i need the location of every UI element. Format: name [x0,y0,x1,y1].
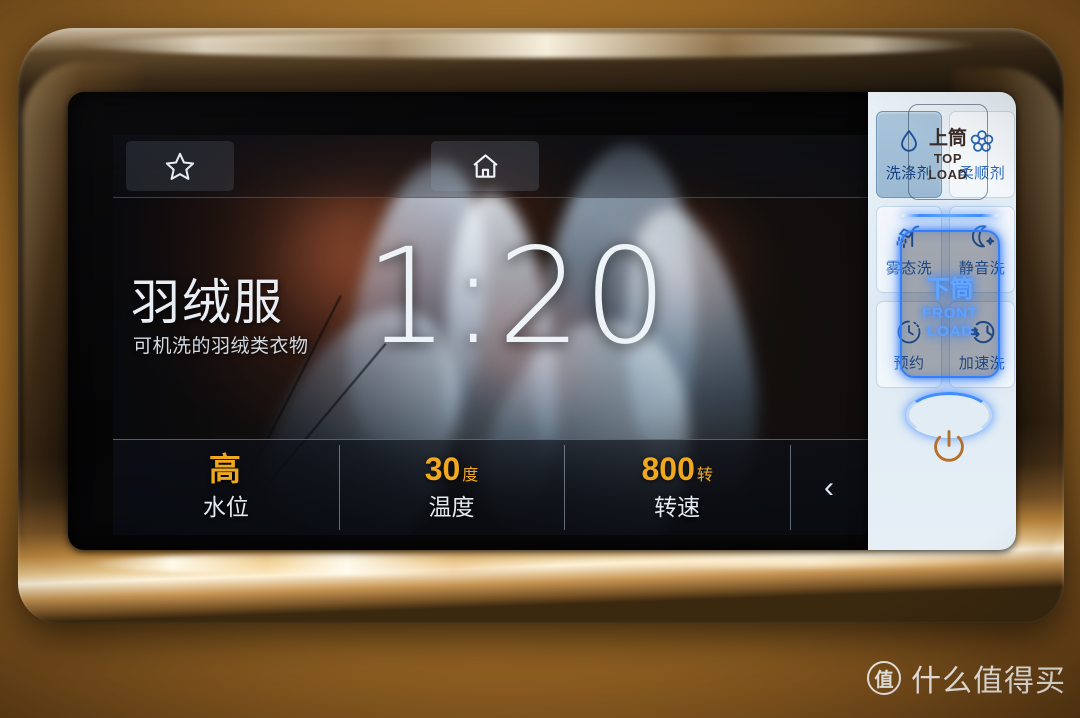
bezel-bottom-specular [88,553,558,575]
lcd-screen: 羽绒服 可机洗的羽绒类衣物 1:20 高 水位 30度 温度 800转 转速 [113,135,868,535]
setting-value: 800 [641,451,695,488]
tab-favorites[interactable] [126,141,234,191]
bezel-top-specular [78,32,978,58]
setting-unit: 度 [462,467,479,485]
front-load-button[interactable]: 下筒 FRONT LOAD [900,230,1000,378]
setting-spin-speed[interactable]: 800 转 转速 [564,440,790,535]
program-title: 羽绒服 [131,276,285,330]
settings-bar: 高 水位 30 度 温度 800 转 转速 ‹ [113,439,868,535]
top-load-label-en1: TOP [933,150,963,166]
front-load-label-en2: LOAD [927,322,973,340]
top-load-label-cn: 上筒 [928,127,967,149]
setting-water-level[interactable]: 高 水位 [113,440,339,535]
hardkey-divider-glow [902,214,998,217]
setting-temperature[interactable]: 30 度 温度 [338,440,565,535]
top-load-label-en2: LOAD [928,166,968,182]
power-icon [926,425,972,476]
chevron-left-icon: ‹ [824,470,835,504]
tab-home[interactable] [431,141,539,191]
remaining-time: 1:20 [365,220,670,374]
bezel-bottom-specular-2 [538,554,1008,567]
home-icon [469,150,502,182]
program-subtitle: 可机洗的羽绒类衣物 [133,336,309,357]
setting-label: 转速 [654,493,701,520]
front-load-label-en1: FRONT [922,304,978,322]
setting-label: 水位 [202,493,249,520]
back-button[interactable]: ‹ [790,440,868,535]
power-button[interactable] [915,416,983,484]
setting-label: 温度 [428,493,475,520]
scene-background: 羽绒服 可机洗的羽绒类衣物 1:20 高 水位 30度 温度 800转 转速 [0,0,1080,718]
setting-value: 30 [424,451,461,488]
front-load-label-cn: 下筒 [926,275,974,303]
watermark: 值 什么值得买 [867,656,1066,700]
setting-value: 高 [208,451,241,488]
star-icon [163,150,197,183]
top-load-button[interactable]: 上筒 TOP LOAD [908,104,988,200]
setting-unit: 转 [696,467,713,485]
control-panel-glass: 羽绒服 可机洗的羽绒类衣物 1:20 高 水位 30度 温度 800转 转速 [68,92,1016,550]
watermark-text: 什么值得买 [911,665,1066,698]
hardkey-column: 上筒 TOP LOAD 下筒 FRONT LOAD [880,92,1016,550]
lcd-tab-bar [113,135,868,198]
watermark-logo-icon: 值 [867,661,901,695]
